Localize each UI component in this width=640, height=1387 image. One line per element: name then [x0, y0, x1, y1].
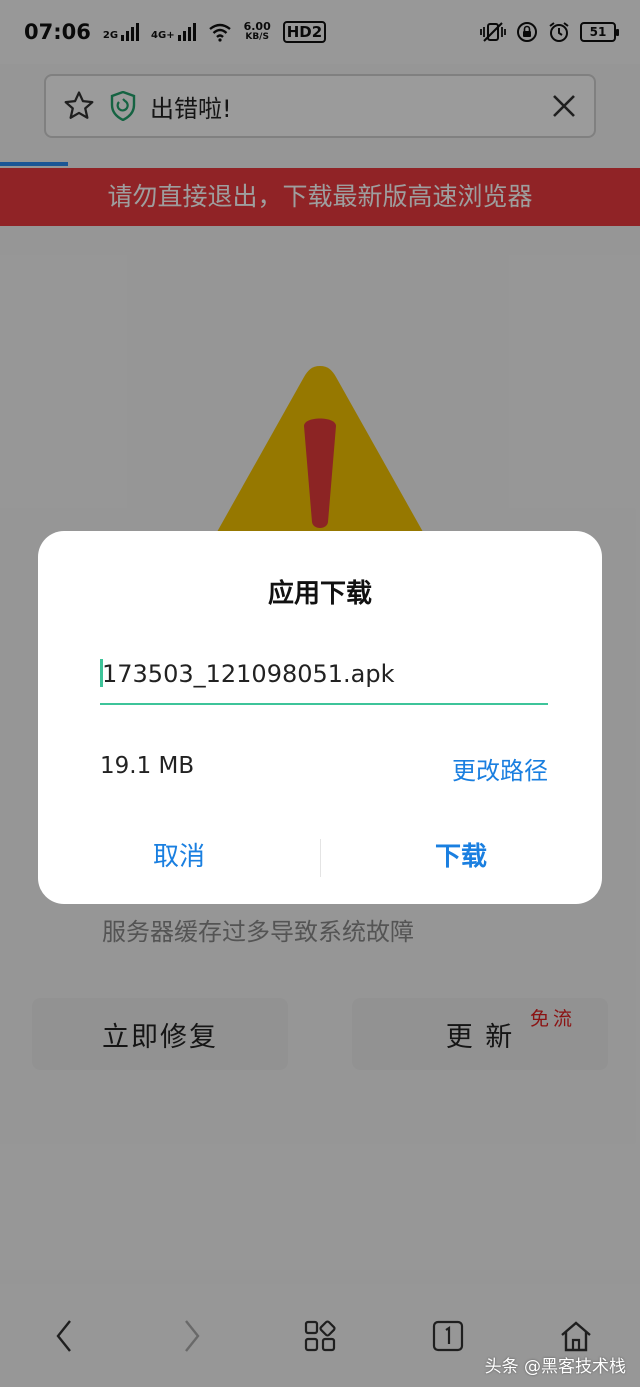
- download-dialog: 应用下载 173503_121098051.apk 19.1 MB 更改路径 取…: [38, 531, 602, 904]
- file-size: 19.1 MB: [100, 753, 195, 779]
- filename-value: 173503_121098051.apk: [102, 660, 395, 688]
- dialog-title: 应用下载: [267, 579, 372, 609]
- watermark: 头条 @黑客技术栈: [484, 1357, 626, 1377]
- change-path-link[interactable]: 更改路径: [452, 751, 548, 786]
- cancel-button[interactable]: 取消: [38, 827, 320, 887]
- download-button[interactable]: 下载: [320, 827, 602, 887]
- filename-input[interactable]: 173503_121098051.apk: [100, 659, 548, 705]
- text-caret: [100, 659, 103, 687]
